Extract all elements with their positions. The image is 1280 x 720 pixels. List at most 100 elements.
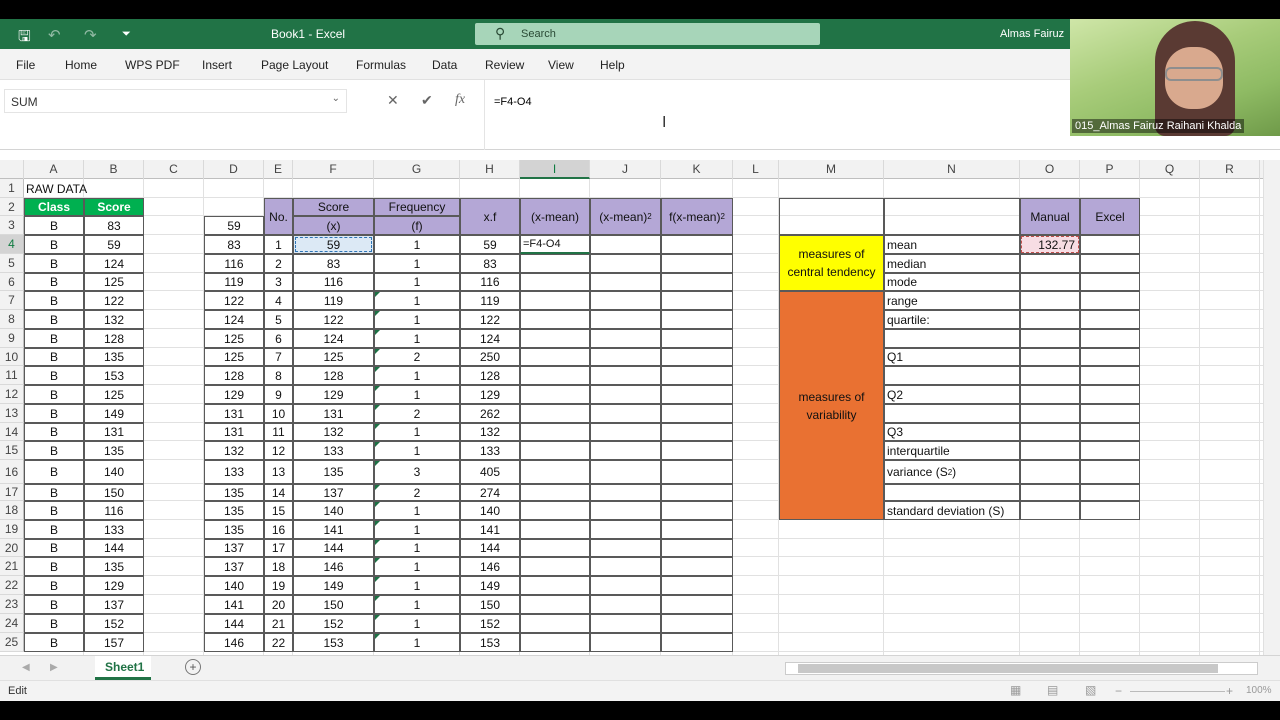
no-cell[interactable]: 13 [264,460,293,484]
manual-value-cell[interactable] [1020,273,1080,291]
x-cell[interactable]: 140 [293,501,374,520]
row-header-14[interactable]: 14 [0,423,24,441]
manual-value-cell[interactable] [1020,404,1080,423]
f-x-mean-squared-cell[interactable] [661,576,733,595]
row-header-10[interactable]: 10 [0,348,24,366]
row-header-8[interactable]: 8 [0,310,24,329]
score-cell[interactable]: 157 [84,633,144,652]
x-mean-squared-cell[interactable] [590,235,661,254]
no-cell[interactable]: 2 [264,254,293,273]
xf-cell[interactable]: 140 [460,501,520,520]
xf-cell[interactable]: 119 [460,291,520,310]
active-cell[interactable]: =F4-O4 [520,235,590,254]
score-cell[interactable]: 135 [84,557,144,576]
no-cell[interactable]: 16 [264,520,293,539]
stats-blank-n[interactable] [884,198,1020,235]
f-x-mean-squared-cell[interactable] [661,557,733,576]
stats-blank-cell[interactable] [884,366,1020,385]
no-header[interactable]: No. [264,198,293,235]
x-cell[interactable]: 129 [293,385,374,404]
vertical-scrollbar[interactable] [1263,160,1280,655]
x-mean-cell[interactable] [520,539,590,557]
no-cell[interactable]: 22 [264,633,293,652]
manual-value-cell[interactable] [1020,310,1080,329]
no-cell[interactable]: 21 [264,614,293,633]
no-cell[interactable]: 20 [264,595,293,614]
f-x-mean-squared-cell[interactable] [661,614,733,633]
xf-cell[interactable]: 144 [460,539,520,557]
x-mean-squared-cell[interactable] [590,273,661,291]
manual-value-cell[interactable] [1020,329,1080,348]
class-cell[interactable]: B [24,595,84,614]
sorted-cell[interactable]: 116 [204,254,264,273]
xf-cell[interactable]: 152 [460,614,520,633]
mode-label[interactable]: mode [884,273,1020,291]
row-header-17[interactable]: 17 [0,484,24,501]
manual-value-cell[interactable] [1020,501,1080,520]
score-cell[interactable]: 125 [84,273,144,291]
x-mean-cell[interactable] [520,633,590,652]
no-cell[interactable]: 1 [264,235,293,254]
f-cell[interactable]: 3 [374,460,460,484]
central-tendency-label[interactable]: measures of central tendency [779,235,884,291]
f-cell[interactable]: 1 [374,539,460,557]
f-x-mean-squared-cell[interactable] [661,520,733,539]
x-mean-cell[interactable] [520,348,590,366]
xf-cell[interactable]: 150 [460,595,520,614]
x-mean-squared-cell[interactable] [590,404,661,423]
f-cell[interactable]: 2 [374,404,460,423]
mean-manual-value[interactable]: 132.77 [1020,235,1080,254]
error-indicator-icon[interactable] [375,349,380,354]
stats-blank-cell[interactable] [884,484,1020,501]
row-header-5[interactable]: 5 [0,254,24,273]
class-cell[interactable]: B [24,576,84,595]
q2-label[interactable]: Q2 [884,385,1020,404]
x-mean-cell[interactable] [520,557,590,576]
f-cell[interactable]: 1 [374,614,460,633]
class-cell[interactable]: B [24,484,84,501]
excel-value-cell[interactable] [1080,404,1140,423]
xf-cell[interactable]: 59 [460,235,520,254]
f-x-mean-squared-cell[interactable] [661,404,733,423]
error-indicator-icon[interactable] [375,330,380,335]
sorted-cell[interactable]: 131 [204,404,264,423]
f-x-mean-squared-cell[interactable] [661,441,733,460]
no-cell[interactable]: 17 [264,539,293,557]
score-cell[interactable]: 125 [84,385,144,404]
class-cell[interactable]: B [24,366,84,385]
sorted-cell[interactable]: 140 [204,576,264,595]
raw-data-title[interactable]: RAW DATA [24,179,144,198]
row-header-3[interactable]: 3 [0,216,24,235]
class-cell[interactable]: B [24,614,84,633]
row-header-15[interactable]: 15 [0,441,24,460]
error-indicator-icon[interactable] [375,367,380,372]
sorted-cell[interactable]: 132 [204,441,264,460]
class-cell[interactable]: B [24,423,84,441]
f-cell[interactable]: 1 [374,501,460,520]
x-mean-squared-cell[interactable] [590,539,661,557]
x-mean-squared-cell[interactable] [590,348,661,366]
x-cell[interactable]: 153 [293,633,374,652]
sorted-cell[interactable]: 144 [204,614,264,633]
error-indicator-icon[interactable] [375,386,380,391]
excel-value-cell[interactable] [1080,310,1140,329]
class-cell[interactable]: B [24,291,84,310]
no-cell[interactable]: 5 [264,310,293,329]
error-indicator-icon[interactable] [375,558,380,563]
zoom-in-icon[interactable]: + [1226,684,1233,698]
error-indicator-icon[interactable] [375,615,380,620]
xf-cell[interactable]: 141 [460,520,520,539]
row-header-11[interactable]: 11 [0,366,24,385]
f-cell[interactable]: 2 [374,348,460,366]
excel-value-cell[interactable] [1080,385,1140,404]
xf-cell[interactable]: 132 [460,423,520,441]
x-cell[interactable]: 59 [293,235,374,254]
class-cell[interactable]: B [24,404,84,423]
manual-value-cell[interactable] [1020,484,1080,501]
sorted-cell[interactable]: 119 [204,273,264,291]
q1-label[interactable]: Q1 [884,348,1020,366]
x-cell[interactable]: 146 [293,557,374,576]
x-mean-squared-cell[interactable] [590,441,661,460]
class-cell[interactable]: B [24,254,84,273]
f-cell[interactable]: 1 [374,423,460,441]
